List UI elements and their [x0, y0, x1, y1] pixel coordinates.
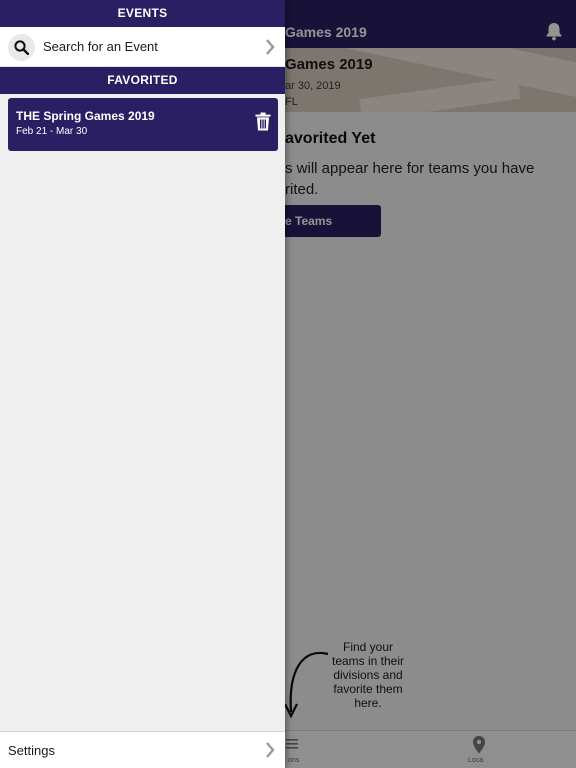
search-icon: [14, 40, 29, 55]
side-drawer: EVENTS Search for an Event FAVORITED THE…: [0, 0, 285, 768]
settings-label: Settings: [8, 743, 55, 758]
chevron-right-icon: [266, 39, 275, 55]
chevron-right-icon: [266, 742, 275, 758]
search-label: Search for an Event: [43, 39, 158, 54]
favorite-event-dates: Feb 21 - Mar 30: [16, 126, 88, 137]
favorite-event-card[interactable]: THE Spring Games 2019 Feb 21 - Mar 30: [8, 98, 278, 151]
search-event-row[interactable]: Search for an Event: [0, 27, 285, 67]
favorited-section-header: FAVORITED: [0, 67, 285, 94]
events-section-header: EVENTS: [0, 0, 285, 27]
search-icon-badge: [8, 34, 35, 61]
trash-icon[interactable]: [255, 112, 271, 131]
settings-row[interactable]: Settings: [0, 731, 285, 768]
favorite-event-title: THE Spring Games 2019: [16, 109, 155, 123]
